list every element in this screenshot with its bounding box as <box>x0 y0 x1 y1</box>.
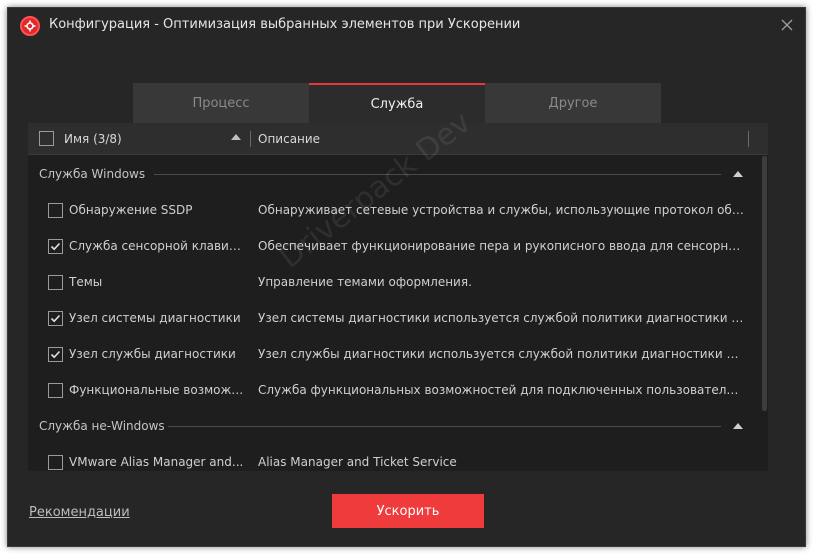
tab-process[interactable]: Процесс <box>133 83 309 123</box>
column-name-header[interactable]: Имя (3/8) <box>64 132 122 146</box>
column-separator[interactable] <box>250 131 251 147</box>
item-name: Функциональные возможн... <box>69 383 245 397</box>
item-name: Служба сенсорной клавиат... <box>69 239 245 253</box>
list-item[interactable]: Узел службы диагностики Узел службы диаг… <box>28 336 761 372</box>
item-description: Обеспечивает функционирование пера и рук… <box>258 239 744 253</box>
services-panel: Имя (3/8) Описание Служба Windows Обнару… <box>28 123 768 471</box>
list-item[interactable]: Служба сенсорной клавиат... Обеспечивает… <box>28 228 761 264</box>
window-title: Конфигурация - Оптимизация выбранных эле… <box>49 17 521 32</box>
group-divider <box>154 174 721 175</box>
tab-other[interactable]: Другое <box>485 83 661 123</box>
item-description: Alias Manager and Ticket Service <box>258 455 457 469</box>
item-checkbox[interactable] <box>48 311 63 326</box>
item-checkbox[interactable] <box>48 347 63 362</box>
title-bar: Конфигурация - Оптимизация выбранных эле… <box>8 8 805 44</box>
item-checkbox[interactable] <box>48 275 63 290</box>
item-name: Узел службы диагностики <box>69 347 236 361</box>
app-logo-icon <box>20 16 40 36</box>
item-name: Темы <box>69 275 103 289</box>
item-name: Обнаружение SSDP <box>69 203 193 217</box>
list-item[interactable]: Темы Управление темами оформления. <box>28 264 761 300</box>
group-label: Служба Windows <box>39 167 146 181</box>
close-icon[interactable] <box>779 17 795 33</box>
item-name: VMware Alias Manager and... <box>69 455 244 469</box>
vertical-scrollbar[interactable] <box>761 156 768 471</box>
item-checkbox[interactable] <box>48 383 63 398</box>
services-list: Служба Windows Обнаружение SSDP Обнаружи… <box>28 156 761 471</box>
column-description-header[interactable]: Описание <box>258 132 320 146</box>
group-label: Служба не-Windows <box>39 419 165 433</box>
item-checkbox[interactable] <box>48 203 63 218</box>
list-item[interactable]: Обнаружение SSDP Обнаруживает сетевые ус… <box>28 192 761 228</box>
item-description: Обнаруживает сетевые устройства и службы… <box>258 203 744 217</box>
group-header-non-windows[interactable]: Служба не-Windows <box>28 408 761 444</box>
tab-service[interactable]: Служба <box>309 83 485 123</box>
select-all-checkbox[interactable] <box>39 131 54 146</box>
item-description: Управление темами оформления. <box>258 275 472 289</box>
collapse-arrow-icon[interactable] <box>733 171 743 177</box>
item-name: Узел системы диагностики <box>69 311 241 325</box>
scroll-thumb[interactable] <box>762 156 767 411</box>
column-separator[interactable] <box>748 131 749 147</box>
sort-ascending-icon[interactable] <box>231 134 241 140</box>
column-header: Имя (3/8) Описание <box>28 123 768 155</box>
list-item[interactable]: Функциональные возможн... Служба функцио… <box>28 372 761 408</box>
group-divider <box>168 426 721 427</box>
config-window: Конфигурация - Оптимизация выбранных эле… <box>7 7 806 547</box>
item-description: Узел системы диагностики используется сл… <box>258 311 744 325</box>
collapse-arrow-icon[interactable] <box>733 423 743 429</box>
list-item[interactable]: Узел системы диагностики Узел системы ди… <box>28 300 761 336</box>
item-checkbox[interactable] <box>48 455 63 470</box>
list-item[interactable]: VMware Alias Manager and... Alias Manage… <box>28 444 761 471</box>
tab-bar: Процесс Служба Другое <box>133 83 661 123</box>
accelerate-button[interactable]: Ускорить <box>332 494 484 528</box>
recommendations-link[interactable]: Рекомендации <box>29 505 130 520</box>
item-description: Узел службы диагностики используется слу… <box>258 347 744 361</box>
item-description: Служба функциональных возможностей для п… <box>258 383 744 397</box>
group-header-windows[interactable]: Служба Windows <box>28 156 761 192</box>
item-checkbox[interactable] <box>48 239 63 254</box>
